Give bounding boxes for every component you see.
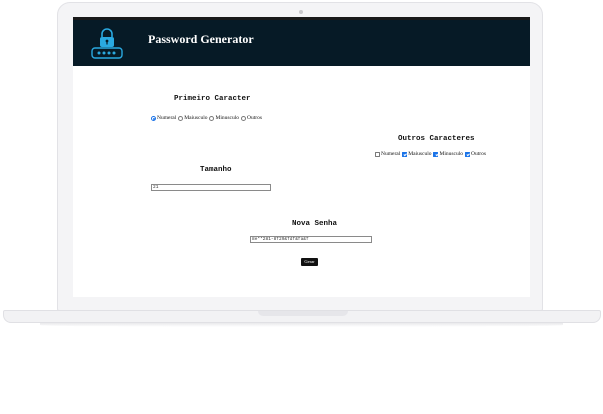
- other-chars-option-label: Outros: [471, 151, 486, 157]
- first-char-option-numeral[interactable]: Numeral: [151, 115, 176, 121]
- first-char-option-label: Maiusculo: [184, 115, 208, 121]
- first-char-option-label: Minusculo: [215, 115, 240, 121]
- laptop-base-notch: [258, 311, 348, 316]
- first-char-heading: Primeiro Caracter: [174, 95, 251, 103]
- password-lock-icon: [89, 25, 125, 62]
- other-chars-option-label: Maiusculo: [408, 151, 432, 157]
- size-heading: Tamanho: [200, 166, 232, 174]
- first-char-options: Numeral Maiusculo Minusculo Outros: [151, 115, 264, 121]
- laptop-screen: Password Generator Primeiro Caracter Num…: [73, 17, 530, 297]
- checkbox-icon[interactable]: [433, 151, 439, 157]
- first-char-option-minusculo[interactable]: Minusculo: [209, 115, 239, 121]
- radio-icon[interactable]: [151, 115, 156, 121]
- generate-button[interactable]: Gerar: [301, 258, 318, 266]
- other-chars-heading: Outros Caracteres: [398, 135, 475, 143]
- radio-icon[interactable]: [241, 115, 247, 121]
- other-chars-option-outros[interactable]: Outros: [465, 151, 486, 157]
- radio-icon[interactable]: [209, 115, 215, 121]
- size-input[interactable]: 21: [151, 184, 271, 191]
- laptop-base: [3, 310, 601, 323]
- page-title: Password Generator: [148, 32, 254, 46]
- first-char-option-label: Numeral: [157, 115, 177, 121]
- laptop-shadow: [40, 323, 563, 327]
- other-chars-option-label: Numeral: [381, 151, 401, 157]
- radio-icon[interactable]: [178, 115, 184, 121]
- other-chars-options: Numeral Maiusculo Minusculo Outros: [375, 151, 488, 157]
- app-header: Password Generator: [73, 20, 530, 66]
- checkbox-icon[interactable]: [402, 151, 408, 157]
- new-password-heading: Nova Senha: [292, 220, 338, 228]
- other-chars-option-label: Minusculo: [439, 151, 464, 157]
- checkbox-icon[interactable]: [375, 151, 380, 157]
- other-chars-option-maiusculo[interactable]: Maiusculo: [402, 151, 431, 157]
- other-chars-option-minusculo[interactable]: Minusculo: [433, 151, 463, 157]
- webcam-icon: [299, 10, 303, 14]
- first-char-option-outros[interactable]: Outros: [241, 115, 262, 121]
- first-char-option-label: Outros: [247, 115, 262, 121]
- other-chars-option-numeral[interactable]: Numeral: [375, 151, 400, 157]
- first-char-option-maiusculo[interactable]: Maiusculo: [178, 115, 207, 121]
- new-password-output[interactable]: 8e**281-8f29&fdf&fa&f: [250, 236, 372, 243]
- checkbox-icon[interactable]: [465, 151, 471, 157]
